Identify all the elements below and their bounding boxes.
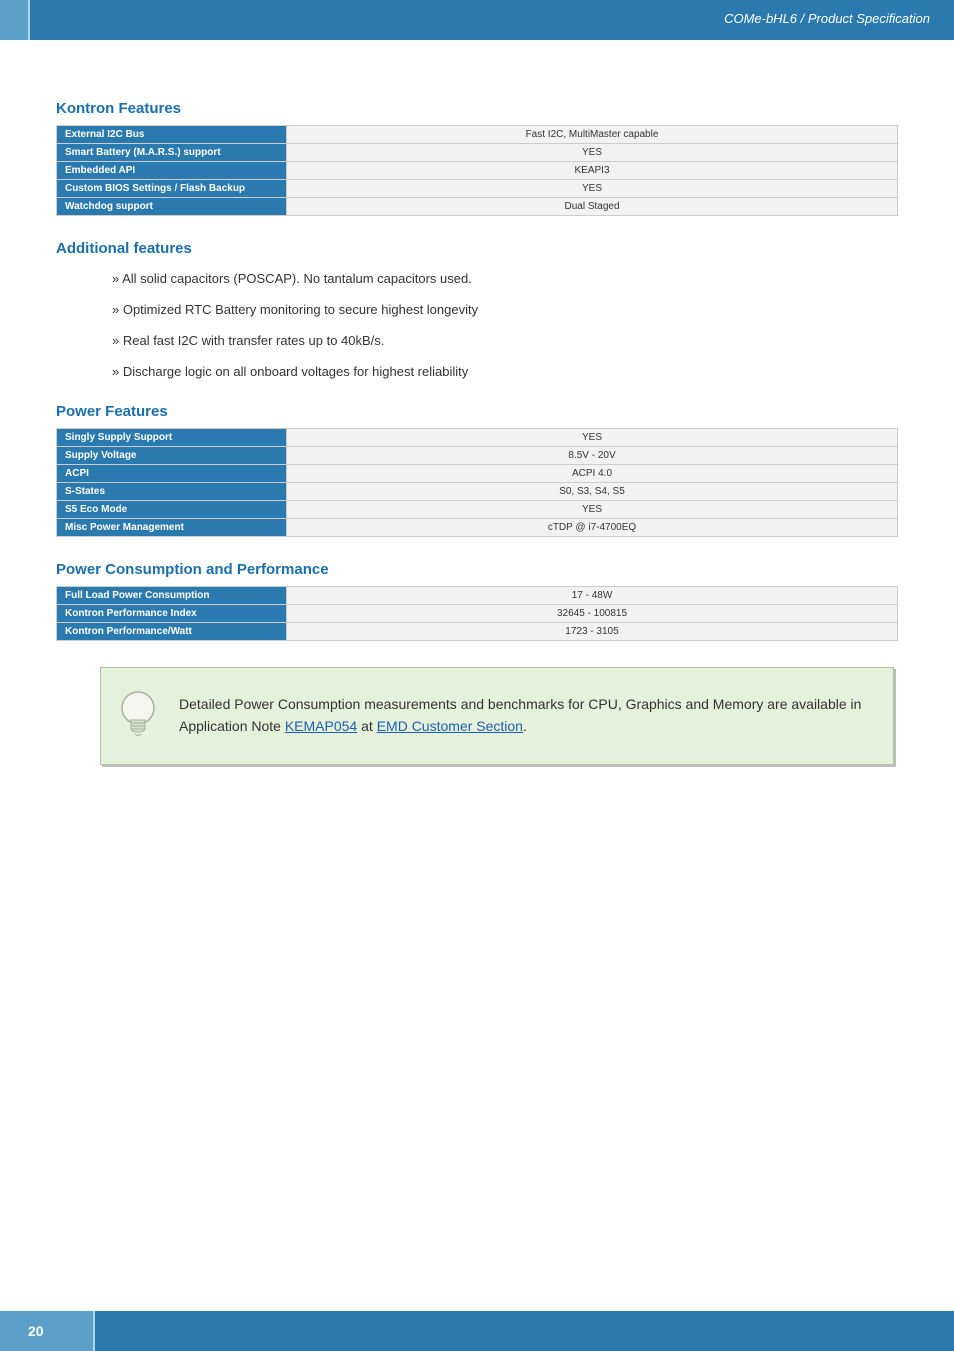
row-label: External I2C Bus (57, 126, 287, 144)
table-row: Full Load Power Consumption17 - 48W (57, 587, 898, 605)
row-label: S5 Eco Mode (57, 501, 287, 519)
row-value: Dual Staged (287, 198, 898, 216)
table-row: External I2C BusFast I2C, MultiMaster ca… (57, 126, 898, 144)
row-value: 1723 - 3105 (287, 623, 898, 641)
row-label: Watchdog support (57, 198, 287, 216)
page-content: Kontron Features External I2C BusFast I2… (0, 40, 954, 765)
note-text: Detailed Power Consumption measurements … (179, 694, 873, 737)
table-row: Supply Voltage8.5V - 20V (57, 447, 898, 465)
section-title-power-features: Power Features (56, 403, 898, 420)
row-value: ACPI 4.0 (287, 465, 898, 483)
lightbulb-icon (113, 686, 163, 746)
table-row: ACPIACPI 4.0 (57, 465, 898, 483)
row-value: YES (287, 429, 898, 447)
row-label: Full Load Power Consumption (57, 587, 287, 605)
row-label: Singly Supply Support (57, 429, 287, 447)
table-power-features: Singly Supply SupportYES Supply Voltage8… (56, 428, 898, 537)
page-number: 20 (0, 1311, 95, 1351)
row-label: ACPI (57, 465, 287, 483)
list-item: Discharge logic on all onboard voltages … (112, 364, 898, 379)
note-text-mid: at (357, 718, 376, 734)
note-box: Detailed Power Consumption measurements … (100, 667, 894, 765)
table-row: S5 Eco ModeYES (57, 501, 898, 519)
link-emd-customer-section[interactable]: EMD Customer Section (377, 718, 523, 734)
row-label: Kontron Performance Index (57, 605, 287, 623)
table-kontron-features: External I2C BusFast I2C, MultiMaster ca… (56, 125, 898, 216)
table-row: Embedded APIKEAPI3 (57, 162, 898, 180)
additional-features-list: All solid capacitors (POSCAP). No tantal… (112, 271, 898, 379)
row-value: YES (287, 501, 898, 519)
row-value: 17 - 48W (287, 587, 898, 605)
row-value: 8.5V - 20V (287, 447, 898, 465)
note-text-after: . (523, 718, 527, 734)
row-value: KEAPI3 (287, 162, 898, 180)
row-label: Misc Power Management (57, 519, 287, 537)
page-header: COMe-bHL6 / Product Specification (0, 0, 954, 40)
list-item: All solid capacitors (POSCAP). No tantal… (112, 271, 898, 286)
table-power-consumption: Full Load Power Consumption17 - 48W Kont… (56, 586, 898, 641)
page-footer: 20 (0, 1311, 954, 1351)
table-row: Misc Power ManagementcTDP @ i7-4700EQ (57, 519, 898, 537)
table-row: Kontron Performance Index32645 - 100815 (57, 605, 898, 623)
row-value: 32645 - 100815 (287, 605, 898, 623)
row-label: Supply Voltage (57, 447, 287, 465)
section-title-power-consumption: Power Consumption and Performance (56, 561, 898, 578)
table-row: S-StatesS0, S3, S4, S5 (57, 483, 898, 501)
row-value: YES (287, 144, 898, 162)
table-row: Watchdog supportDual Staged (57, 198, 898, 216)
section-title-additional-features: Additional features (56, 240, 898, 257)
row-label: Smart Battery (M.A.R.S.) support (57, 144, 287, 162)
row-label: Kontron Performance/Watt (57, 623, 287, 641)
row-value: S0, S3, S4, S5 (287, 483, 898, 501)
list-item: Real fast I2C with transfer rates up to … (112, 333, 898, 348)
link-kemap054[interactable]: KEMAP054 (285, 718, 357, 734)
row-label: Embedded API (57, 162, 287, 180)
table-row: Kontron Performance/Watt1723 - 3105 (57, 623, 898, 641)
table-row: Custom BIOS Settings / Flash BackupYES (57, 180, 898, 198)
row-value: Fast I2C, MultiMaster capable (287, 126, 898, 144)
row-label: S-States (57, 483, 287, 501)
row-value: YES (287, 180, 898, 198)
table-row: Smart Battery (M.A.R.S.) supportYES (57, 144, 898, 162)
table-row: Singly Supply SupportYES (57, 429, 898, 447)
row-label: Custom BIOS Settings / Flash Backup (57, 180, 287, 198)
header-accent (0, 0, 30, 40)
section-title-kontron-features: Kontron Features (56, 100, 898, 117)
row-value: cTDP @ i7-4700EQ (287, 519, 898, 537)
list-item: Optimized RTC Battery monitoring to secu… (112, 302, 898, 317)
breadcrumb: COMe-bHL6 / Product Specification (724, 11, 930, 26)
